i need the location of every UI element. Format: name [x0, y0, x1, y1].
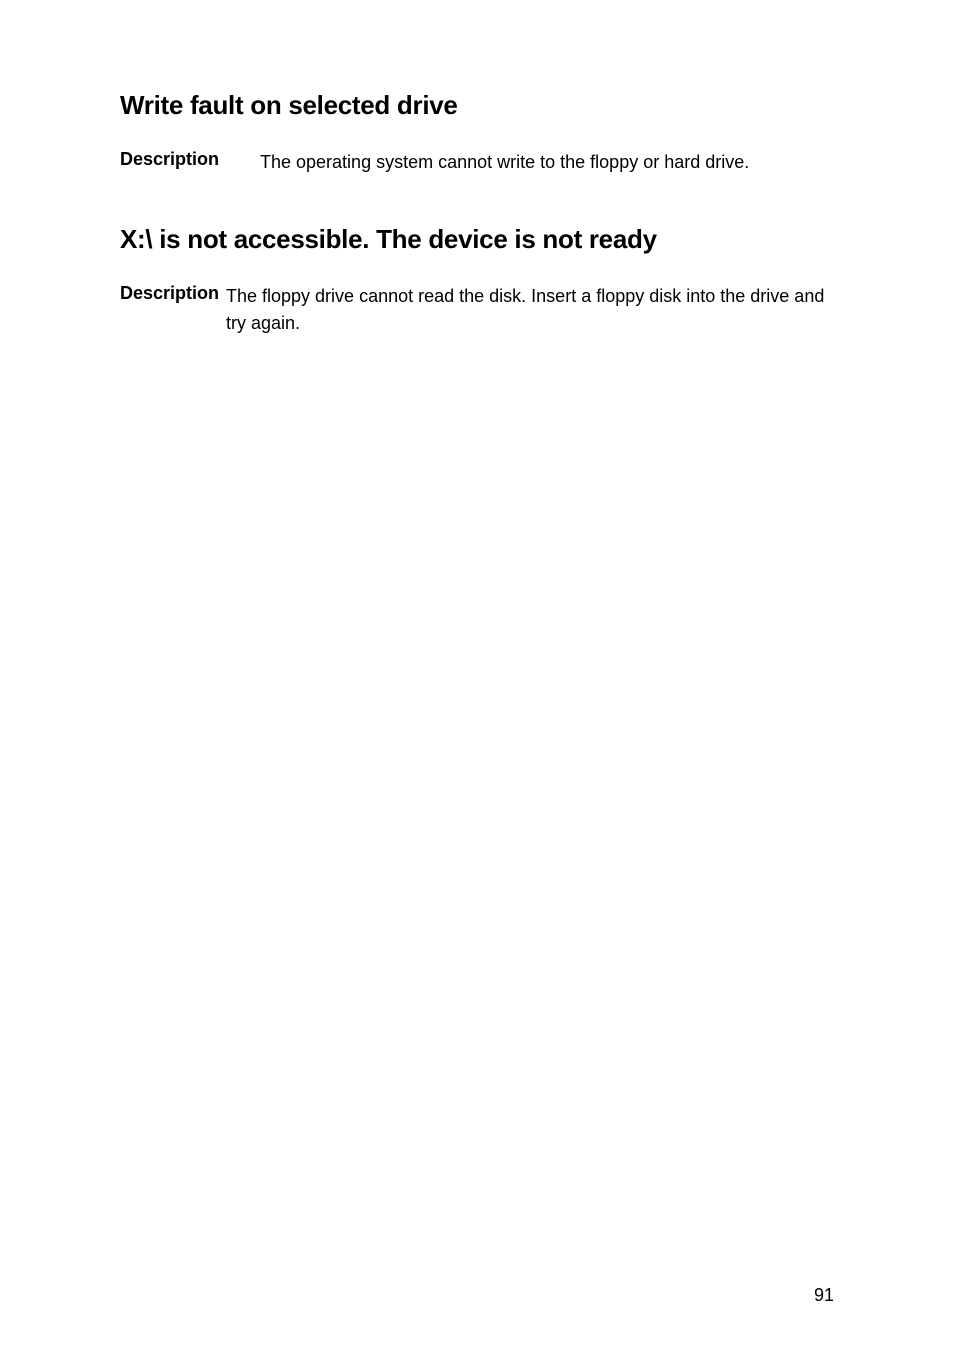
definition-value: The operating system cannot write to the… [260, 149, 749, 176]
definition-value: The floppy drive cannot read the disk. I… [226, 283, 834, 337]
definition-row: Description The operating system cannot … [120, 149, 834, 176]
section-heading: Write fault on selected drive [120, 90, 834, 121]
section-heading: X:\ is not accessible. The device is not… [120, 224, 834, 255]
document-page: Write fault on selected drive Descriptio… [0, 0, 954, 337]
definition-label: Description [120, 149, 260, 176]
page-number: 91 [814, 1285, 834, 1306]
definition-label: Description [120, 283, 226, 337]
definition-row: Description The floppy drive cannot read… [120, 283, 834, 337]
